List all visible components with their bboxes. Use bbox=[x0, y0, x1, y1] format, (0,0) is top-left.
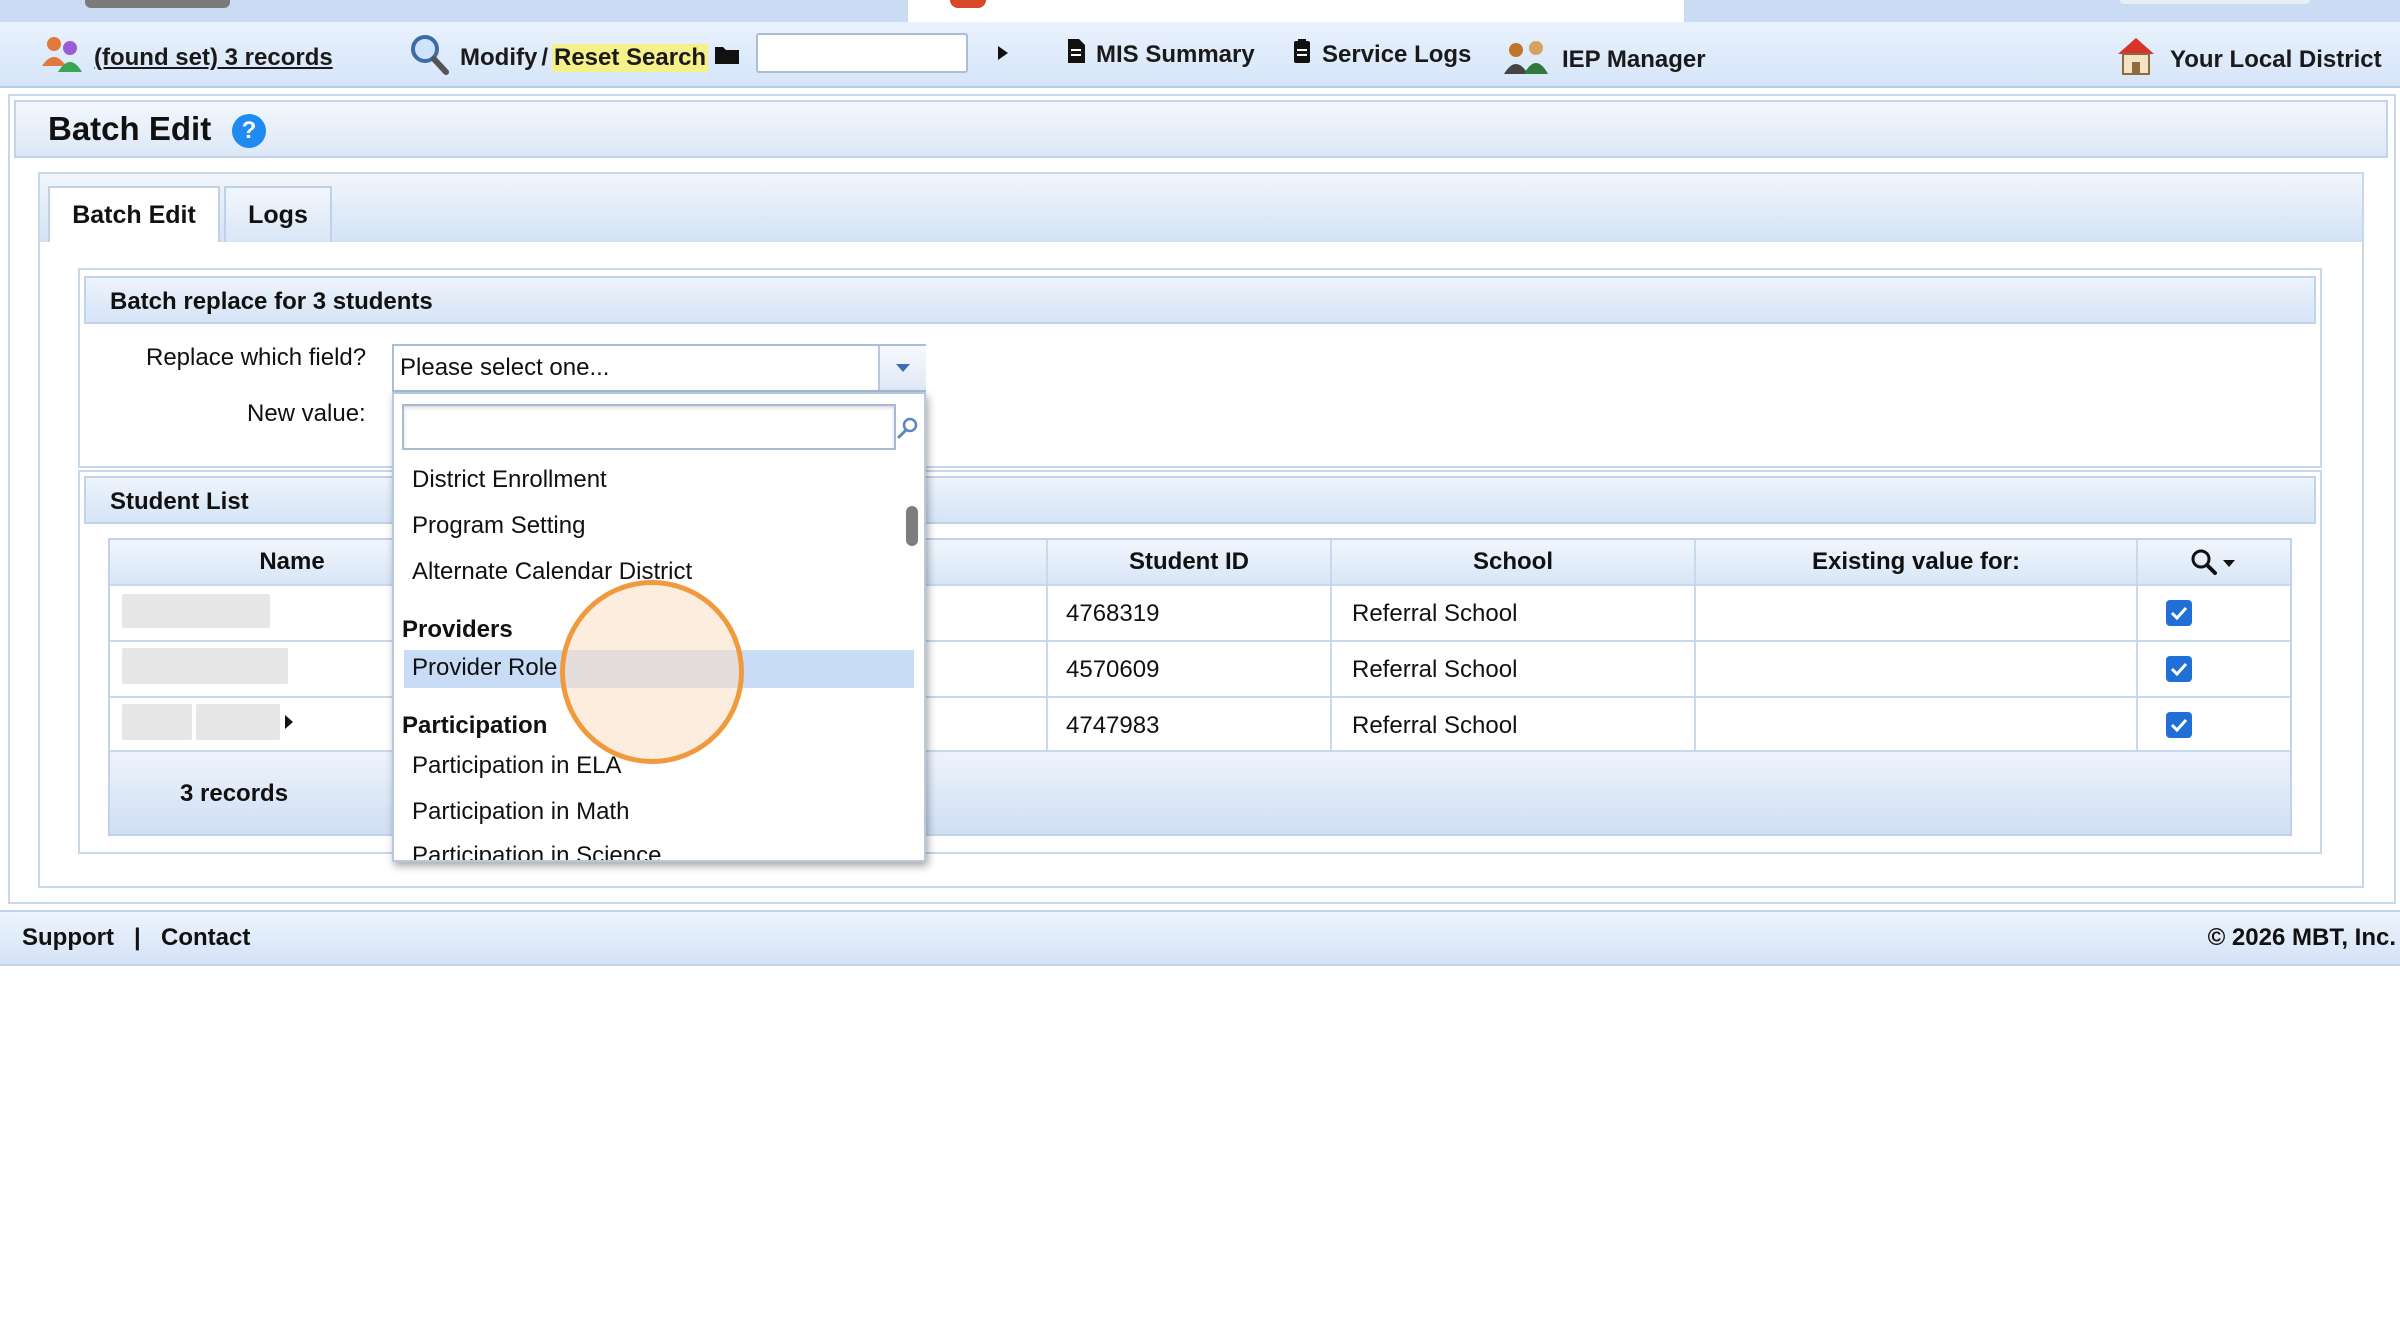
school-cell: Referral School bbox=[1352, 656, 1518, 683]
service-logs-link[interactable]: Service Logs bbox=[1292, 38, 1471, 71]
redacted-name bbox=[122, 704, 192, 740]
tab-logs[interactable]: Logs bbox=[224, 186, 332, 242]
expand-arrow-icon[interactable] bbox=[284, 714, 294, 735]
separator: / bbox=[541, 43, 548, 71]
student-list-title: Student List bbox=[110, 488, 249, 515]
dropdown-option[interactable]: Participation in Math bbox=[412, 798, 629, 826]
replace-field-select-value: Please select one... bbox=[400, 354, 610, 381]
redacted-name bbox=[122, 648, 288, 684]
dropdown-option[interactable]: District Enrollment bbox=[412, 466, 607, 494]
student-id-cell: 4747983 bbox=[1066, 712, 1160, 739]
search-icon bbox=[2190, 548, 2218, 581]
page-title: Batch Edit bbox=[48, 110, 212, 147]
panel-header bbox=[14, 100, 2388, 158]
iep-manager-label: IEP Manager bbox=[1562, 45, 1706, 73]
top-strip bbox=[0, 0, 2400, 22]
dropdown-option[interactable]: Participation in Science bbox=[412, 842, 661, 860]
modify-button[interactable]: Modify bbox=[460, 44, 537, 72]
column-divider bbox=[2136, 540, 2138, 752]
new-value-label: New value: bbox=[247, 400, 366, 427]
quick-search-input[interactable] bbox=[756, 33, 968, 73]
mis-summary-label: MIS Summary bbox=[1096, 40, 1255, 68]
student-id-cell: 4570609 bbox=[1066, 656, 1160, 683]
row-checkbox[interactable] bbox=[2166, 656, 2192, 682]
found-set-link[interactable]: (found set) 3 records bbox=[40, 32, 333, 83]
copyright-text: © 2026 MBT, Inc. bbox=[2207, 924, 2396, 951]
folder-icon[interactable] bbox=[714, 43, 740, 72]
records-count: 3 records bbox=[180, 780, 289, 807]
school-cell: Referral School bbox=[1352, 712, 1518, 739]
iep-manager-link[interactable]: IEP Manager bbox=[1502, 34, 1706, 85]
chevron-down-icon[interactable] bbox=[878, 346, 926, 390]
reset-search-button[interactable]: Reset Search bbox=[552, 43, 709, 72]
column-header-student-id[interactable]: Student ID bbox=[1048, 548, 1330, 576]
dropdown-group-providers: Providers bbox=[402, 616, 513, 643]
footer-divider: | bbox=[134, 924, 141, 951]
support-link[interactable]: Support bbox=[22, 924, 114, 952]
modify-search: Modify / Reset Search bbox=[408, 32, 740, 83]
click-indicator bbox=[560, 580, 744, 764]
district-link[interactable]: Your Local District bbox=[2114, 34, 2382, 85]
batch-replace-title: Batch replace for 3 students bbox=[110, 288, 433, 315]
column-header-school[interactable]: School bbox=[1332, 548, 1694, 576]
search-icon bbox=[896, 416, 920, 445]
found-set-label: (found set) 3 records bbox=[94, 43, 333, 71]
banner-logo bbox=[950, 0, 986, 8]
redacted-name bbox=[196, 704, 280, 740]
dropdown-search-input[interactable] bbox=[402, 404, 896, 450]
dropdown-option[interactable]: Participation in ELA bbox=[412, 752, 621, 780]
student-id-cell: 4768319 bbox=[1066, 600, 1160, 627]
play-icon[interactable] bbox=[980, 33, 1026, 73]
clipboard-icon bbox=[1292, 38, 1312, 71]
column-search-menu[interactable] bbox=[2190, 548, 2236, 581]
dropdown-option[interactable]: Program Setting bbox=[412, 512, 585, 540]
row-checkbox[interactable] bbox=[2166, 600, 2192, 626]
people-icon bbox=[40, 32, 86, 83]
dropdown-group-participation: Participation bbox=[402, 712, 548, 739]
magnifier-icon[interactable] bbox=[408, 32, 450, 83]
mis-summary-link[interactable]: MIS Summary bbox=[1066, 38, 1255, 71]
school-cell: Referral School bbox=[1352, 600, 1518, 627]
document-icon bbox=[1066, 38, 1086, 71]
column-header-existing-value[interactable]: Existing value for: bbox=[1696, 548, 2136, 576]
iep-people-icon bbox=[1502, 34, 1552, 85]
service-logs-label: Service Logs bbox=[1322, 40, 1472, 68]
column-divider bbox=[1694, 540, 1696, 752]
column-divider bbox=[1046, 540, 1048, 752]
header-banner bbox=[908, 0, 1684, 22]
row-checkbox[interactable] bbox=[2166, 712, 2192, 738]
contact-link[interactable]: Contact bbox=[161, 924, 250, 952]
district-label: Your Local District bbox=[2170, 45, 2382, 73]
app-logo bbox=[85, 0, 230, 8]
tab-batch-edit[interactable]: Batch Edit bbox=[48, 186, 220, 242]
chevron-down-icon bbox=[2222, 556, 2236, 574]
dropdown-scrollbar[interactable] bbox=[906, 506, 918, 546]
page-footer bbox=[0, 910, 2400, 966]
tab-bar bbox=[40, 174, 2362, 242]
help-icon[interactable]: ? bbox=[232, 114, 266, 148]
redacted-name bbox=[122, 594, 270, 628]
column-divider bbox=[1330, 540, 1332, 752]
district-house-icon bbox=[2114, 34, 2158, 85]
dropdown-option-provider-role[interactable]: Provider Role bbox=[412, 654, 557, 682]
header-control bbox=[2120, 0, 2310, 4]
replace-field-label: Replace which field? bbox=[146, 344, 367, 371]
